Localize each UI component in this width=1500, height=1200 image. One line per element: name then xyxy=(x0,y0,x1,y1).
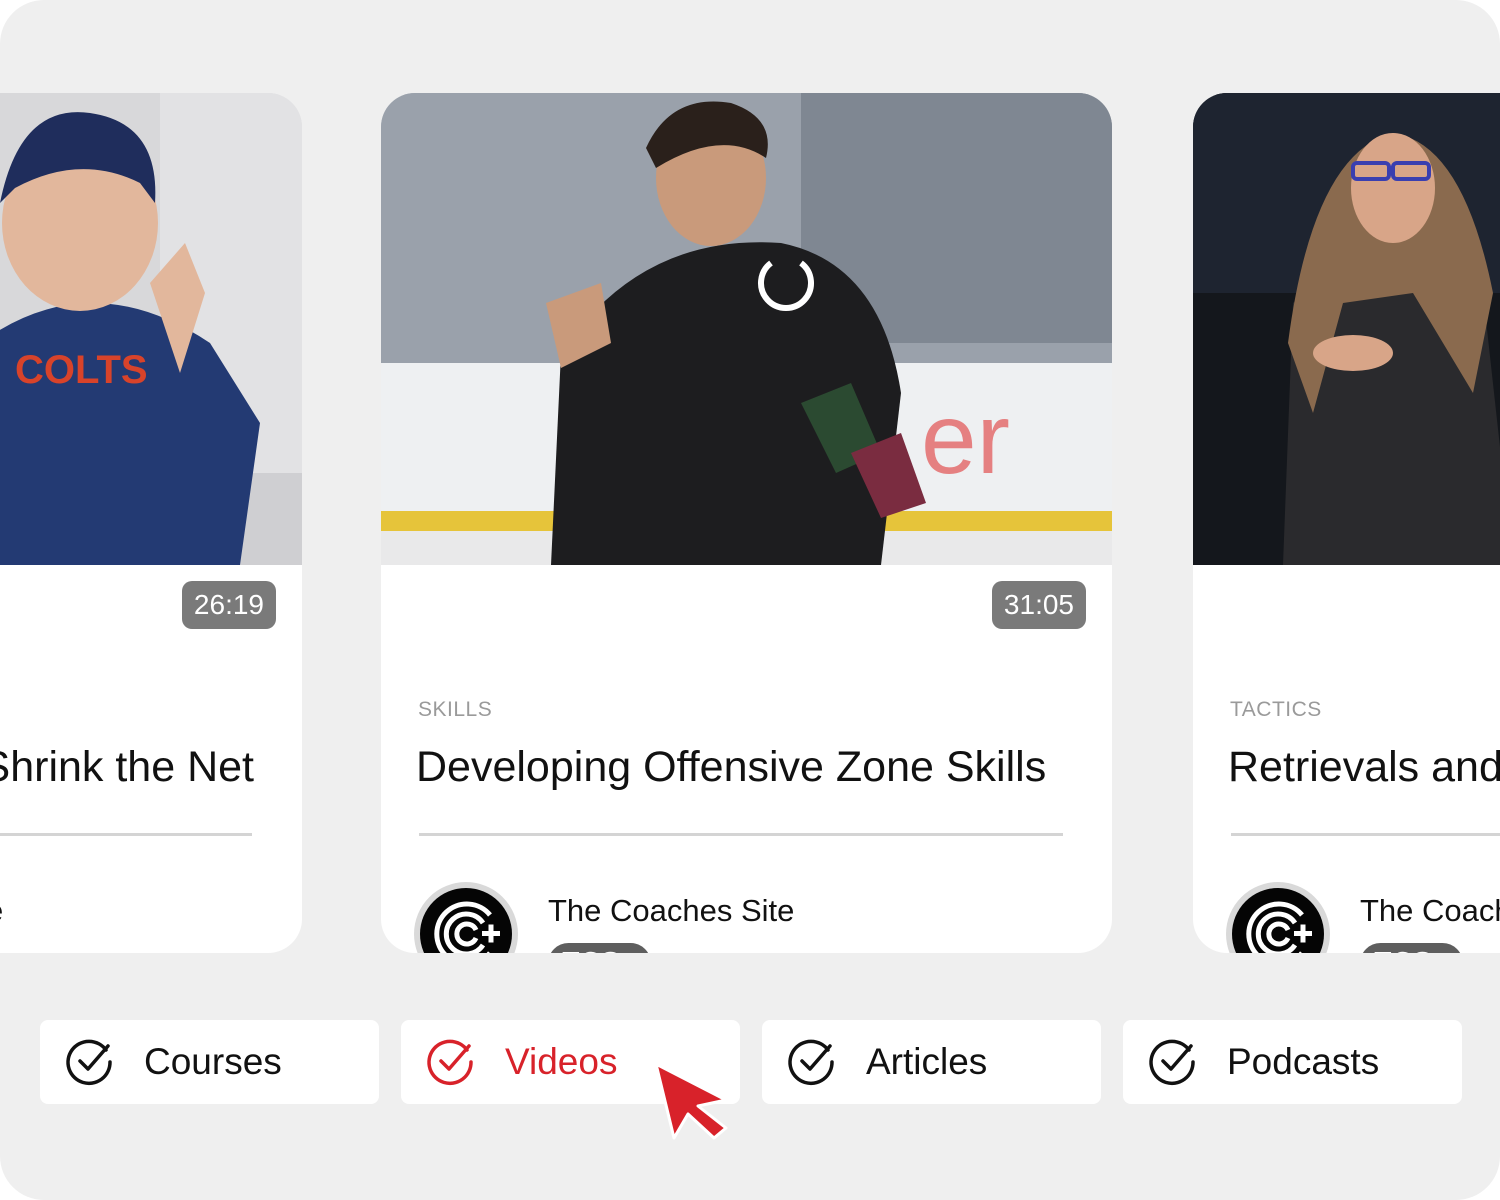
filter-articles[interactable]: Articles xyxy=(762,1020,1101,1104)
author-name[interactable]: The Coaches Site xyxy=(548,893,794,929)
check-circle-icon xyxy=(1149,1039,1195,1086)
author-name[interactable]: The Coach xyxy=(1360,893,1500,929)
filter-courses[interactable]: Courses xyxy=(40,1020,379,1104)
filter-podcasts[interactable]: Podcasts xyxy=(1123,1020,1462,1104)
video-title[interactable]: Shrink the Net xyxy=(0,743,254,792)
check-circle-icon xyxy=(66,1039,112,1086)
video-thumbnail[interactable] xyxy=(1193,93,1500,565)
video-category: TACTICS xyxy=(1230,698,1322,721)
check-circle-icon xyxy=(427,1039,473,1086)
card-divider xyxy=(1231,833,1500,836)
video-duration: 26:19 xyxy=(181,581,276,629)
content-type-filters: Courses Videos Articles Podcasts xyxy=(0,1020,1500,1104)
video-duration: 31:05 xyxy=(991,581,1086,629)
video-card-left[interactable]: COLTS 26:19 Shrink the Net e xyxy=(0,93,302,953)
video-thumbnail[interactable]: er xyxy=(381,93,1112,565)
video-thumbnail[interactable]: COLTS xyxy=(0,93,302,565)
coaches-site-logo-icon xyxy=(414,882,518,953)
check-circle-icon xyxy=(788,1039,834,1086)
video-title[interactable]: Developing Offensive Zone Skills xyxy=(416,743,1046,792)
filter-label: Podcasts xyxy=(1227,1041,1380,1082)
filter-label: Videos xyxy=(505,1041,618,1082)
card-divider xyxy=(419,833,1063,836)
video-card-right[interactable]: TACTICS Retrievals and The Coach TCS+ xyxy=(1193,93,1500,953)
coaches-site-logo-icon xyxy=(1226,882,1330,953)
svg-text:er: er xyxy=(921,383,1010,495)
tcs-plus-badge: TCS+ xyxy=(548,943,651,953)
video-title[interactable]: Retrievals and xyxy=(1228,743,1500,792)
author-name: e xyxy=(0,893,3,929)
tcs-plus-badge: TCS+ xyxy=(1360,943,1463,953)
mouse-pointer-icon xyxy=(654,1062,728,1140)
filter-label: Courses xyxy=(144,1041,282,1082)
filter-label: Articles xyxy=(866,1041,988,1082)
card-divider xyxy=(0,833,252,836)
video-category: SKILLS xyxy=(418,698,493,721)
video-card-center[interactable]: er 31:05 SKILLS Developing Offensive Zon… xyxy=(381,93,1112,953)
svg-text:COLTS: COLTS xyxy=(15,348,148,392)
app-frame: COLTS 26:19 Shrink the Net e er xyxy=(0,0,1500,1200)
